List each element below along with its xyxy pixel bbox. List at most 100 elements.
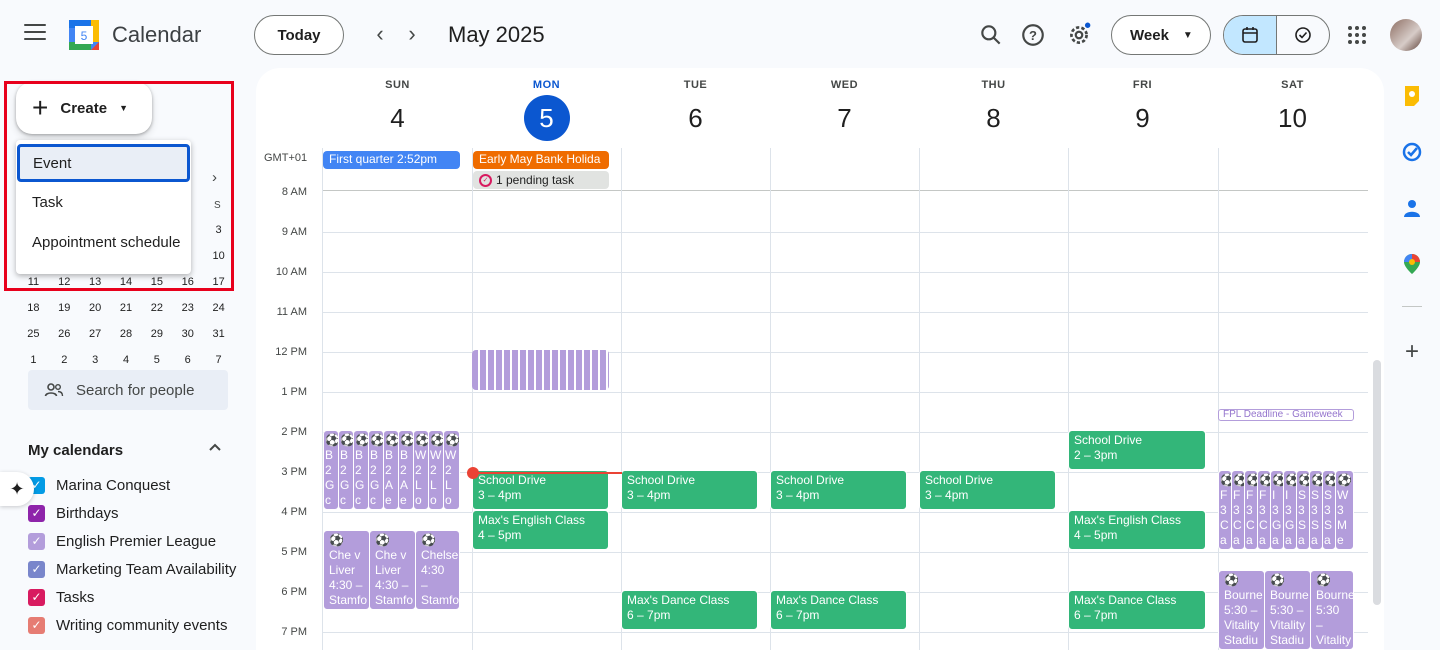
mini-cal-day[interactable]: 29	[141, 328, 172, 340]
search-icon[interactable]	[978, 22, 1004, 48]
event-school-drive[interactable]: School Drive 3 – 4pm	[919, 470, 1056, 510]
mini-cal-day[interactable]: 7	[203, 354, 234, 366]
create-button[interactable]: + Create ▼	[16, 82, 152, 134]
holiday-event[interactable]: Early May Bank Holida	[473, 151, 609, 169]
checkbox-icon[interactable]: ✓	[28, 588, 45, 606]
mini-cal-day[interactable]: 18	[18, 302, 49, 314]
event-narrow[interactable]: ⚽ S 3 S a	[1309, 470, 1323, 550]
event-football[interactable]: ⚽ Che v Liver 4:30 – Stamfo Bridge,	[369, 530, 416, 610]
pending-task-chip[interactable]: ✓ 1 pending task	[473, 171, 609, 189]
mini-cal-day[interactable]: 22	[141, 302, 172, 314]
all-day-event[interactable]: First quarter 2:52pm	[323, 151, 460, 169]
event-narrow[interactable]: ⚽ W 2 L o	[443, 430, 460, 510]
calendar-item-writing-community[interactable]: ✓ Writing community events	[28, 614, 227, 636]
mini-cal-day[interactable]: 17	[203, 276, 234, 288]
calendar-item-marina-conquest[interactable]: ✓ Marina Conquest	[28, 474, 170, 496]
tasks-icon[interactable]	[1400, 140, 1424, 164]
search-people-input[interactable]: Search for people	[28, 370, 228, 410]
event-football[interactable]: ⚽ Bourne 5:30 – Vitality Stadiu	[1310, 570, 1354, 650]
avatar[interactable]	[1390, 19, 1422, 51]
event-english-class[interactable]: Max's English Class 4 – 5pm	[1068, 510, 1206, 550]
mini-cal-day[interactable]: 13	[80, 276, 111, 288]
mini-cal-day[interactable]: 16	[172, 276, 203, 288]
event-dance-class[interactable]: Max's Dance Class 6 – 7pm	[621, 590, 758, 630]
event-narrow[interactable]: ⚽ S 3 S a	[1296, 470, 1310, 550]
day-number[interactable]: 10	[1270, 95, 1316, 141]
stacked-events-mon-noon[interactable]	[472, 350, 609, 390]
maps-icon[interactable]	[1400, 252, 1424, 276]
mini-cal-day[interactable]: 3	[203, 224, 234, 236]
checkbox-icon[interactable]: ✓	[28, 504, 45, 522]
day-header-thu[interactable]: THU 8	[919, 68, 1068, 148]
event-football[interactable]: ⚽ Bourne 5:30 – Vitality Stadiu	[1218, 570, 1265, 650]
calendar-view-icon[interactable]	[1224, 16, 1277, 54]
event-narrow[interactable]: ⚽ W 3 M e	[1335, 470, 1354, 550]
apps-icon[interactable]	[1348, 26, 1366, 44]
mini-cal-day[interactable]: 31	[203, 328, 234, 340]
help-icon[interactable]: ?	[1020, 22, 1046, 48]
checkbox-icon[interactable]: ✓	[28, 560, 45, 578]
day-number[interactable]: 5	[523, 95, 570, 141]
mini-cal-day[interactable]: 4	[111, 354, 142, 366]
calendar-item-tasks[interactable]: ✓ Tasks	[28, 586, 94, 608]
day-header-fri[interactable]: FRI 9	[1068, 68, 1217, 148]
gemini-sparkle-icon[interactable]: ✦	[0, 472, 34, 506]
event-school-drive[interactable]: School Drive 3 – 4pm	[621, 470, 758, 510]
day-number[interactable]: 7	[822, 95, 868, 141]
day-header-mon[interactable]: MON 5	[472, 68, 621, 148]
event-narrow[interactable]: ⚽ F 3 C a	[1244, 470, 1258, 550]
mini-cal-day[interactable]: 30	[172, 328, 203, 340]
day-header-sat[interactable]: SAT 10	[1218, 68, 1367, 148]
mini-cal-day[interactable]: 1	[18, 354, 49, 366]
event-narrow[interactable]: ⚽ I 3 G a	[1283, 470, 1297, 550]
previous-week-button[interactable]: ‹	[368, 22, 392, 48]
mini-cal-day[interactable]: 21	[111, 302, 142, 314]
create-menu-task[interactable]: Task	[16, 182, 191, 222]
event-narrow[interactable]: ⚽ F 3 C a	[1231, 470, 1245, 550]
mini-cal-day[interactable]: 26	[49, 328, 80, 340]
event-narrow[interactable]: ⚽ B 2 G c	[323, 430, 339, 510]
event-dance-class[interactable]: Max's Dance Class 6 – 7pm	[1068, 590, 1206, 630]
event-football[interactable]: ⚽ Che v Liver 4:30 – Stamfo Bridge,	[323, 530, 370, 610]
mini-cal-day[interactable]: 5	[141, 354, 172, 366]
create-menu-appointment-schedule[interactable]: Appointment schedule	[16, 222, 191, 262]
event-narrow[interactable]: ⚽ B 2 G c	[338, 430, 354, 510]
create-menu-event[interactable]: Event	[17, 144, 190, 182]
calendar-item-english-premier-league[interactable]: ✓ English Premier League	[28, 530, 216, 552]
event-school-drive[interactable]: School Drive 3 – 4pm	[472, 470, 609, 510]
event-narrow[interactable]: ⚽ F 3 C a	[1218, 470, 1232, 550]
tasks-view-icon[interactable]	[1277, 16, 1329, 54]
calendar-logo-icon[interactable]: 5	[68, 19, 100, 51]
checkbox-icon[interactable]: ✓	[28, 616, 45, 634]
calendar-item-marketing-team[interactable]: ✓ Marketing Team Availability	[28, 558, 236, 580]
event-narrow[interactable]: ⚽ W 2 L o	[413, 430, 429, 510]
event-dance-class[interactable]: Max's Dance Class 6 – 7pm	[770, 590, 907, 630]
day-number[interactable]: 4	[375, 95, 421, 141]
calendar-item-birthdays[interactable]: ✓ Birthdays	[28, 502, 119, 524]
event-school-drive[interactable]: School Drive 2 – 3pm	[1068, 430, 1206, 470]
day-header-sun[interactable]: SUN 4	[323, 68, 472, 148]
day-header-wed[interactable]: WED 7	[770, 68, 919, 148]
keep-icon[interactable]	[1400, 84, 1424, 108]
mini-cal-day[interactable]: 23	[172, 302, 203, 314]
mini-cal-day[interactable]: 15	[141, 276, 172, 288]
event-fpl-deadline[interactable]: FPL Deadline - Gameweek	[1218, 409, 1354, 421]
scrollbar[interactable]	[1373, 360, 1381, 605]
mini-cal-day[interactable]: 11	[18, 276, 49, 288]
event-football[interactable]: ⚽ Bourne 5:30 – Vitality Stadiu	[1264, 570, 1311, 650]
event-narrow[interactable]: ⚽ I 3 G a	[1270, 470, 1284, 550]
mini-cal-day[interactable]: 12	[49, 276, 80, 288]
day-header-tue[interactable]: TUE 6	[621, 68, 770, 148]
contacts-icon[interactable]	[1400, 196, 1424, 220]
day-number[interactable]: 8	[971, 95, 1017, 141]
day-number[interactable]: 6	[673, 95, 719, 141]
event-narrow[interactable]: ⚽ B 2 A e	[398, 430, 414, 510]
add-addon-icon[interactable]: +	[1400, 338, 1424, 365]
event-football[interactable]: ⚽ Chelse 4:30 – Stamfo rd	[415, 530, 460, 610]
next-week-button[interactable]: ›	[400, 22, 424, 48]
view-select[interactable]: Week ▼	[1111, 15, 1211, 55]
mini-cal-day[interactable]: 2	[49, 354, 80, 366]
mini-cal-next-icon[interactable]: ›	[212, 169, 217, 186]
today-button[interactable]: Today	[254, 15, 344, 55]
mini-cal-day[interactable]: 3	[80, 354, 111, 366]
